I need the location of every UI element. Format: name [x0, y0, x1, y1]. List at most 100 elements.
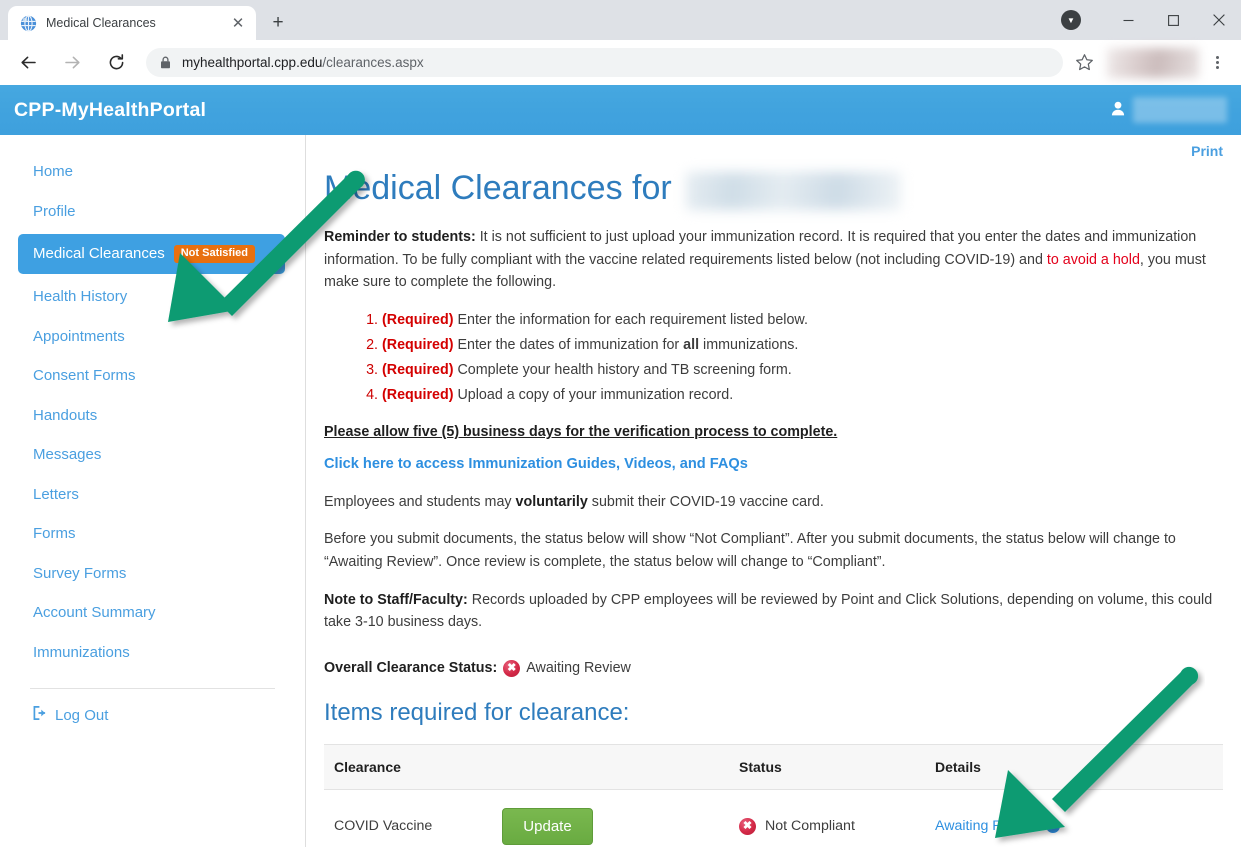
overall-clearance-status: Overall Clearance Status: ✖ Awaiting Rev… — [324, 659, 1223, 677]
column-header-details: Details — [925, 743, 1223, 790]
url-text: myhealthportal.cpp.edu/clearances.aspx — [182, 55, 424, 70]
print-link[interactable]: Print — [1191, 143, 1223, 159]
url-path: /clearances.aspx — [322, 55, 424, 70]
immunization-guides-link[interactable]: Click here to access Immunization Guides… — [324, 456, 748, 472]
update-button[interactable]: Update — [502, 807, 593, 845]
tab-strip: Medical Clearances ✕ + ▼ — [0, 0, 1241, 40]
back-button-icon[interactable] — [11, 46, 45, 80]
close-tab-icon[interactable]: ✕ — [228, 13, 248, 33]
tab-title: Medical Clearances — [46, 16, 156, 30]
staff-note-paragraph: Note to Staff/Faculty: Records uploaded … — [324, 589, 1223, 634]
voluntary-text-after: submit their COVID-19 vaccine card. — [587, 493, 824, 510]
table-header-row: Clearance Status Details — [324, 743, 1223, 790]
sidebar-item-label: Medical Clearances — [33, 245, 165, 263]
required-tag: (Required) — [382, 361, 454, 378]
browser-window: Medical Clearances ✕ + ▼ myhealthportal.… — [0, 0, 1241, 847]
required-tag: (Required) — [382, 386, 454, 403]
bookmark-star-icon[interactable] — [1069, 48, 1099, 78]
table-body: COVID Vaccine Update ✖ Not Compliant Awa… — [324, 789, 1223, 847]
user-account-area[interactable] — [1111, 97, 1227, 123]
clearance-table: Clearance Status Details COVID Vaccine U… — [324, 743, 1223, 847]
address-bar[interactable]: myhealthportal.cpp.edu/clearances.aspx — [146, 48, 1063, 77]
forward-button-icon[interactable] — [55, 46, 89, 80]
details-link-awaiting-review[interactable]: Awaiting Review — [935, 818, 1039, 834]
requirement-text: Enter the information for each requireme… — [453, 311, 808, 328]
app-brand-title: CPP-MyHealthPortal — [14, 98, 207, 121]
main-content: Print Medical Clearances for Reminder to… — [306, 135, 1241, 847]
browser-tab[interactable]: Medical Clearances ✕ — [8, 6, 256, 40]
verification-notice: Please allow five (5) business days for … — [324, 423, 838, 440]
section-title-items-required: Items required for clearance: — [324, 698, 630, 726]
sidebar-item-forms[interactable]: Forms — [0, 514, 305, 554]
lock-icon — [160, 56, 171, 69]
sidebar-item-immunizations[interactable]: Immunizations — [0, 633, 305, 673]
requirement-text: Upload a copy of your immunization recor… — [453, 386, 734, 403]
requirement-text-after: immunizations. — [699, 336, 799, 353]
user-avatar-icon — [1111, 101, 1125, 119]
column-header-clearance: Clearance — [324, 743, 729, 790]
minimize-button[interactable] — [1106, 0, 1151, 40]
sidebar-item-messages[interactable]: Messages — [0, 435, 305, 475]
reminder-highlight: to avoid a hold — [1046, 251, 1140, 268]
error-x-icon: ✖ — [503, 659, 521, 677]
logout-icon — [33, 706, 48, 724]
window-controls: ▼ — [1061, 0, 1241, 40]
status-badge-not-satisfied: Not Satisfied — [173, 245, 255, 263]
logout-label: Log Out — [55, 706, 109, 724]
voluntary-paragraph: Employees and students may voluntarily s… — [324, 491, 1223, 514]
app-header: CPP-MyHealthPortal — [0, 85, 1241, 135]
download-indicator-icon[interactable]: ▼ — [1061, 10, 1081, 30]
logout-link[interactable]: Log Out — [0, 689, 305, 724]
sidebar-nav: Home Profile Medical Clearances Not Sati… — [0, 135, 306, 847]
page-viewport: CPP-MyHealthPortal Home Profile Medical … — [0, 85, 1241, 847]
new-tab-button[interactable]: + — [264, 8, 292, 36]
requirement-text: Complete your health history and TB scre… — [453, 361, 792, 378]
page-title: Medical Clearances for — [324, 169, 1223, 210]
required-tag: (Required) — [382, 311, 454, 328]
required-tag: (Required) — [382, 336, 454, 353]
url-domain: myhealthportal.cpp.edu — [182, 55, 323, 70]
maximize-button[interactable] — [1151, 0, 1196, 40]
overall-status-value: Awaiting Review — [526, 660, 631, 677]
reminder-label: Reminder to students: — [324, 229, 476, 246]
requirement-text-before: Enter the dates of immunization for — [453, 336, 684, 353]
sidebar-item-medical-clearances[interactable]: Medical Clearances Not Satisfied — [18, 234, 285, 274]
list-item: (Required) Upload a copy of your immuniz… — [382, 383, 1223, 408]
staff-note-label: Note to Staff/Faculty: — [324, 591, 468, 608]
sidebar-item-survey-forms[interactable]: Survey Forms — [0, 554, 305, 594]
page-title-text: Medical Clearances for — [324, 169, 672, 207]
sidebar-item-health-history[interactable]: Health History — [0, 277, 305, 317]
sidebar-item-profile[interactable]: Profile — [0, 192, 305, 232]
overall-status-label: Overall Clearance Status: — [324, 660, 498, 677]
voluntary-emphasis: voluntarily — [515, 493, 588, 510]
table-head: Clearance Status Details — [324, 743, 1223, 790]
sidebar-item-letters[interactable]: Letters — [0, 475, 305, 515]
globe-icon — [20, 14, 37, 32]
sidebar-item-home[interactable]: Home — [0, 152, 305, 192]
sidebar-item-appointments[interactable]: Appointments — [0, 317, 305, 357]
status-text: Not Compliant — [765, 818, 855, 835]
list-item: (Required) Enter the information for eac… — [382, 308, 1223, 333]
cell-details: Awaiting Review i — [925, 789, 1223, 847]
list-item: (Required) Complete your health history … — [382, 358, 1223, 383]
close-window-button[interactable] — [1196, 0, 1241, 40]
reload-button-icon[interactable] — [99, 46, 133, 80]
error-x-icon: ✖ — [739, 817, 756, 835]
cell-clearance: COVID Vaccine Update — [324, 789, 729, 847]
page-body: Home Profile Medical Clearances Not Sati… — [0, 135, 1241, 847]
reminder-paragraph: Reminder to students: It is not sufficie… — [324, 226, 1223, 294]
browser-toolbar: myhealthportal.cpp.edu/clearances.aspx — [0, 40, 1241, 85]
username-redacted — [1133, 97, 1227, 123]
info-icon[interactable]: i — [1045, 819, 1060, 834]
extensions-area-redacted — [1107, 47, 1199, 78]
list-item: (Required) Enter the dates of immunizati… — [382, 333, 1223, 358]
column-header-status: Status — [729, 743, 925, 790]
requirement-emphasis: all — [683, 336, 700, 353]
patient-name-redacted — [685, 171, 901, 210]
browser-menu-icon[interactable] — [1203, 46, 1231, 80]
cell-status: ✖ Not Compliant — [729, 789, 925, 847]
table-row: COVID Vaccine Update ✖ Not Compliant Awa… — [324, 789, 1223, 847]
sidebar-item-account-summary[interactable]: Account Summary — [0, 593, 305, 633]
sidebar-item-handouts[interactable]: Handouts — [0, 396, 305, 436]
sidebar-item-consent-forms[interactable]: Consent Forms — [0, 356, 305, 396]
